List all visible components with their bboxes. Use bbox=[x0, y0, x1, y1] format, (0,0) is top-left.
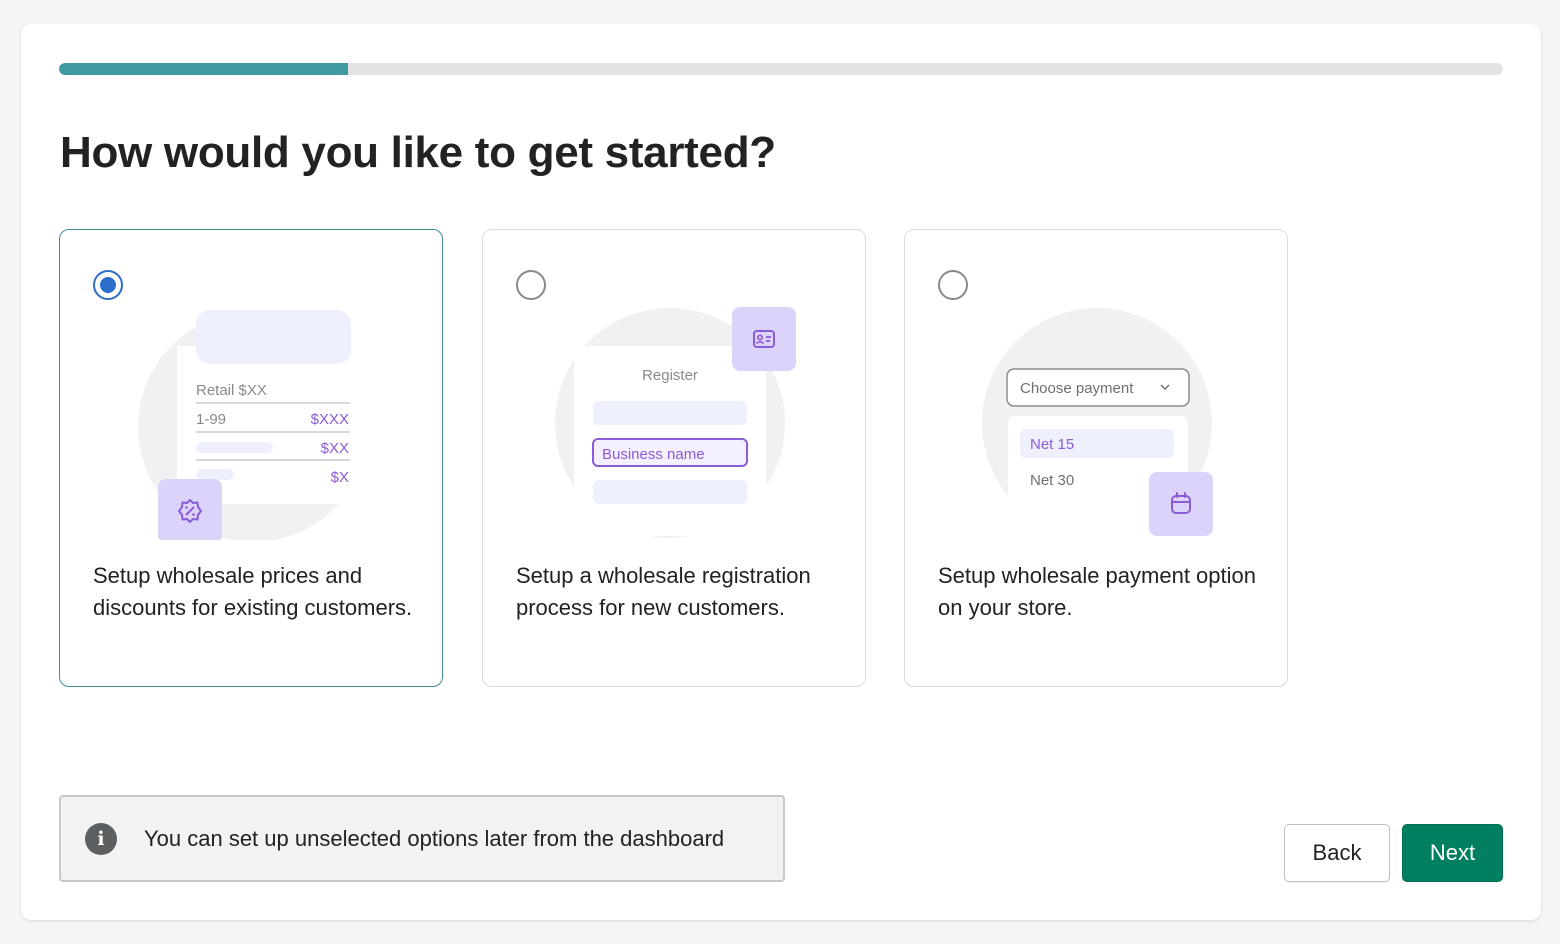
pricing-illustration: Retail $XX 1-99 $XXX $XX $X bbox=[60, 300, 444, 540]
quantity-range-label: 1-99 bbox=[196, 411, 226, 428]
business-name-field: Business name bbox=[602, 446, 705, 463]
info-icon: i bbox=[85, 822, 117, 855]
option-radio-registration[interactable] bbox=[516, 270, 546, 300]
onboarding-panel: How would you like to get started? Retai… bbox=[21, 24, 1541, 920]
payment-option-net30: Net 30 bbox=[1030, 472, 1074, 489]
option-card-registration[interactable]: Register Business name Setup a wholesale… bbox=[482, 229, 866, 687]
registration-illustration: Register Business name bbox=[483, 300, 867, 540]
info-banner: i You can set up unselected options late… bbox=[59, 795, 785, 882]
tier-price-2: $XX bbox=[321, 440, 349, 457]
choose-payment-select: Choose payment bbox=[1020, 380, 1134, 397]
option-card-pricing[interactable]: Retail $XX 1-99 $XXX $XX $X Setup wholes… bbox=[59, 229, 443, 687]
option-radio-payment[interactable] bbox=[938, 270, 968, 300]
option-description: Setup a wholesale registration process f… bbox=[516, 563, 811, 620]
progress-bar bbox=[59, 63, 1503, 75]
option-description: Setup wholesale prices and discounts for… bbox=[93, 563, 413, 620]
back-button[interactable]: Back bbox=[1284, 824, 1390, 882]
next-button[interactable]: Next bbox=[1402, 824, 1503, 882]
option-radio-pricing[interactable] bbox=[93, 270, 123, 300]
tier-price-3: $X bbox=[331, 469, 349, 486]
retail-price-label: Retail $XX bbox=[196, 382, 267, 399]
page-title: How would you like to get started? bbox=[60, 128, 776, 177]
progress-fill bbox=[59, 63, 348, 75]
tier-price-1: $XXX bbox=[311, 411, 349, 428]
option-description: Setup wholesale payment option on your s… bbox=[938, 563, 1256, 620]
info-text: You can set up unselected options later … bbox=[144, 825, 725, 851]
option-card-payment[interactable]: Choose payment Net 15 Net 30 Setup whole… bbox=[904, 229, 1288, 687]
payment-illustration: Choose payment Net 15 Net 30 bbox=[905, 300, 1289, 540]
payment-option-net15: Net 15 bbox=[1030, 436, 1074, 453]
register-form-title: Register bbox=[642, 367, 698, 384]
